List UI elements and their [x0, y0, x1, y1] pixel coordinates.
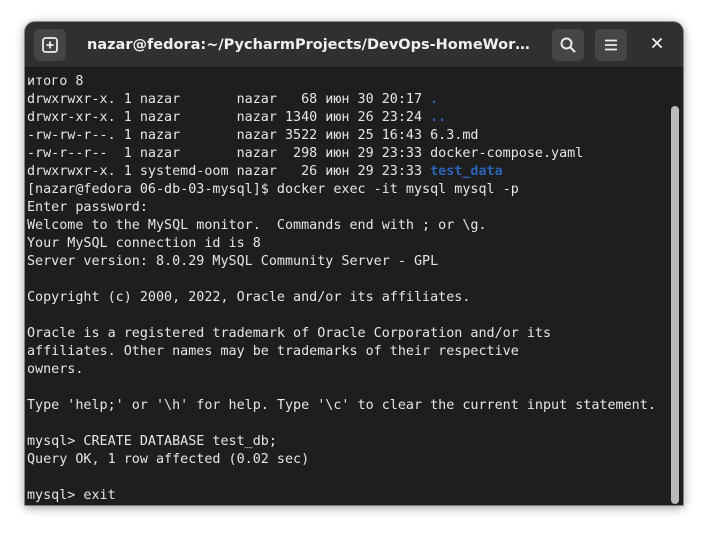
- listing-row-meta: drwxr-xr-x. 1 nazar nazar 1340 июн 26 23…: [27, 110, 431, 125]
- menu-button[interactable]: [595, 29, 627, 61]
- window-title: nazar@fedora:~/PycharmProjects/DevOps-Ho…: [87, 37, 539, 53]
- listing-row: -rw-r--r-- 1 nazar nazar 298 июн 29 23:3…: [27, 145, 669, 163]
- scrollbar-thumb[interactable]: [671, 106, 679, 504]
- listing-row-name-directory: test_data: [430, 164, 503, 179]
- help-line: Type 'help;' or '\h' for help. Type '\c'…: [27, 398, 656, 413]
- search-button[interactable]: [552, 29, 584, 61]
- close-icon: [651, 36, 663, 54]
- new-tab-button[interactable]: [34, 29, 66, 61]
- query-result-line: Query OK, 1 row affected (0.02 sec): [27, 452, 310, 467]
- new-tab-icon: [41, 36, 59, 54]
- listing-row-name-directory: .: [430, 92, 439, 107]
- hamburger-menu-icon: [602, 36, 620, 54]
- mysql-command-line: mysql> CREATE DATABASE test_db;: [27, 434, 277, 449]
- connection-id-line: Your MySQL connection id is 8: [27, 236, 261, 251]
- mysql-command-line: mysql> exit: [27, 488, 116, 503]
- listing-row-name-file: docker-compose.yaml: [430, 146, 584, 161]
- trademark-line: Oracle is a registered trademark of Orac…: [27, 326, 552, 341]
- trademark-line: owners.: [27, 362, 84, 377]
- listing-total: итого 8: [27, 74, 84, 89]
- server-version-line: Server version: 8.0.29 MySQL Community S…: [27, 254, 439, 269]
- listing-row: drwxrwxr-x. 1 systemd-oom nazar 26 июн 2…: [27, 163, 669, 181]
- listing-row: drwxr-xr-x. 1 nazar nazar 1340 июн 26 23…: [27, 109, 669, 127]
- listing-row: -rw-rw-r--. 1 nazar nazar 3522 июн 25 16…: [27, 127, 669, 145]
- welcome-message: Welcome to the MySQL monitor. Commands e…: [27, 218, 487, 233]
- listing-row-meta: drwxrwxr-x. 1 nazar nazar 68 июн 30 20:1…: [27, 92, 431, 107]
- listing-row-name-directory: ..: [430, 110, 447, 125]
- header-bar: nazar@fedora:~/PycharmProjects/DevOps-Ho…: [25, 22, 683, 68]
- terminal-window: nazar@fedora:~/PycharmProjects/DevOps-Ho…: [25, 22, 683, 505]
- listing-row-meta: -rw-r--r-- 1 nazar nazar 298 июн 29 23:3…: [27, 146, 431, 161]
- listing-row-meta: drwxrwxr-x. 1 systemd-oom nazar 26 июн 2…: [27, 164, 431, 179]
- terminal-output[interactable]: итого 8 drwxrwxr-x. 1 nazar nazar 68 июн…: [25, 68, 669, 505]
- close-button[interactable]: [645, 33, 669, 57]
- password-prompt: Enter password:: [27, 200, 148, 215]
- shell-command-line: [nazar@fedora 06-db-03-mysql]$ docker ex…: [27, 182, 519, 197]
- listing-row-meta: -rw-rw-r--. 1 nazar nazar 3522 июн 25 16…: [27, 128, 431, 143]
- trademark-line: affiliates. Other names may be trademark…: [27, 344, 519, 359]
- search-icon: [559, 36, 577, 54]
- listing-row-name-file: 6.3.md: [430, 128, 479, 143]
- copyright-line: Copyright (c) 2000, 2022, Oracle and/or …: [27, 290, 471, 305]
- listing-row: drwxrwxr-x. 1 nazar nazar 68 июн 30 20:1…: [27, 91, 669, 109]
